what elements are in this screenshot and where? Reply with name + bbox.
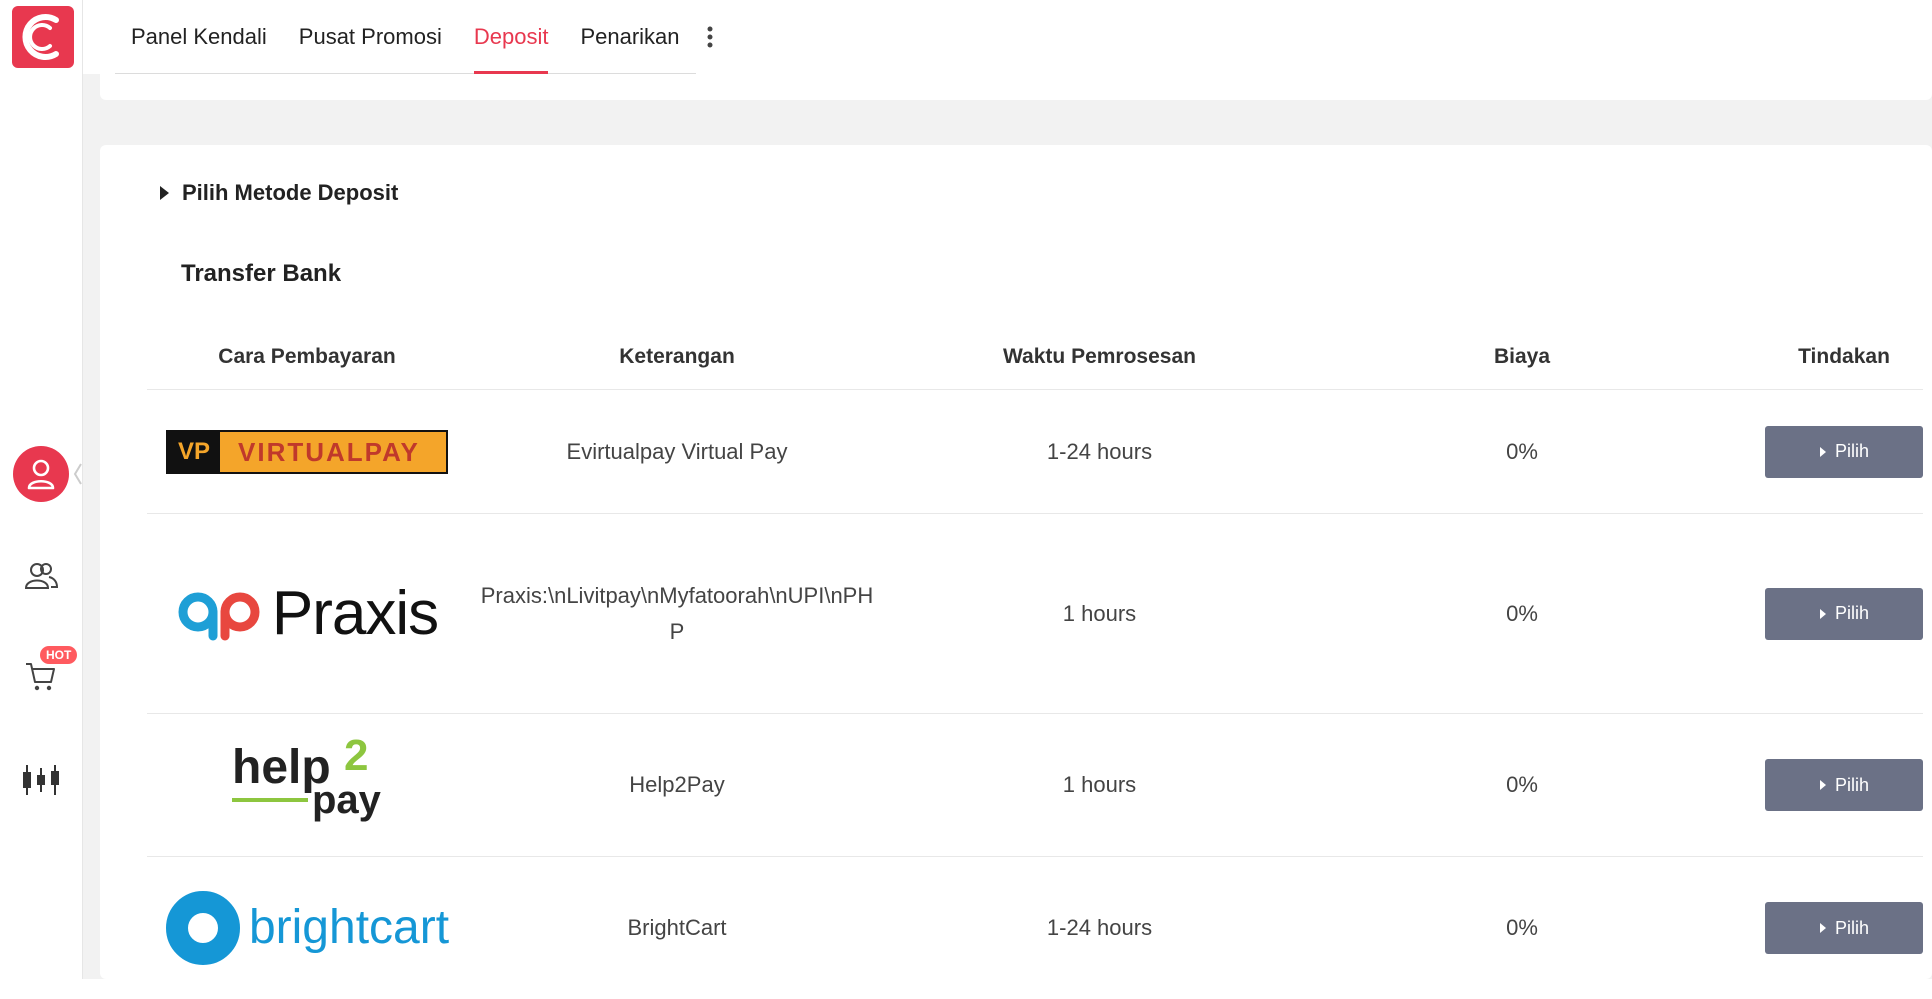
caret-right-icon (1819, 608, 1826, 619)
payment-method-table: Cara Pembayaran Keterangan Waktu Pemrose… (147, 325, 1923, 999)
group-title: Transfer Bank (181, 260, 342, 287)
table-row: Praxis Praxis:\nLivitpay\nMyfatoorah\nUP… (147, 514, 1923, 714)
brand-logo[interactable] (12, 6, 74, 68)
fee: 0% (1506, 438, 1538, 464)
pilih-button[interactable]: Pilih (1765, 587, 1923, 640)
table-row: VP VIRTUALPAY Evirtualpay Virtual Pay 1-… (147, 390, 1923, 514)
column-header: Tindakan (1798, 345, 1890, 368)
users-icon (24, 563, 59, 589)
tab-penarikan[interactable]: Penarikan (564, 0, 696, 74)
processing-time: 1 hours (1062, 600, 1137, 626)
caret-right-icon (1819, 446, 1826, 457)
help2pay-logo: help 2 pay (232, 731, 381, 822)
sidebar-item-trading[interactable] (0, 760, 82, 800)
caret-right-icon (1819, 923, 1826, 933)
description: Praxis:\nLivitpay\nMyfatoorah\nUPI\nPHP (480, 582, 874, 644)
description: Help2Pay (629, 772, 725, 797)
table-row: brightcart BrightCart 1-24 hours 0% Pili… (147, 857, 1923, 999)
fee: 0% (1506, 600, 1538, 626)
deposit-card: Pilih Metode Deposit Transfer Bank Cara … (100, 145, 1932, 979)
praxis-logo: Praxis (176, 582, 439, 645)
top-panel-edge (100, 74, 1932, 100)
column-header: Keterangan (619, 345, 735, 368)
user-icon (13, 446, 69, 502)
tab-bar: Panel Kendali Pusat Promosi Deposit Pena… (115, 0, 724, 74)
column-header: Waktu Pemrosesan (1003, 345, 1196, 368)
column-header: Cara Pembayaran (218, 345, 396, 368)
tab-panel-kendali[interactable]: Panel Kendali (115, 0, 283, 74)
tab-pusat-promosi[interactable]: Pusat Promosi (282, 0, 458, 74)
processing-time: 1-24 hours (1046, 915, 1153, 940)
sidebar-item-users[interactable] (0, 556, 82, 596)
candlestick-icon (23, 765, 59, 795)
top-navigation: Panel Kendali Pusat Promosi Deposit Pena… (83, 0, 1932, 74)
description: BrightCart (627, 915, 727, 940)
column-header: Biaya (1493, 345, 1551, 368)
table-row: help 2 pay Help2Pay 1 hours 0% Pilih (147, 714, 1923, 857)
brightcart-logo: brightcart (165, 890, 449, 966)
praxis-mark-icon (178, 592, 260, 640)
caret-right-icon (160, 186, 169, 200)
section-title: Pilih Metode Deposit (182, 180, 399, 205)
chevron-left-icon[interactable] (73, 462, 83, 486)
pilih-button[interactable]: Pilih (1765, 902, 1923, 954)
fee: 0% (1506, 915, 1538, 940)
brightcart-mark-icon (165, 891, 240, 965)
deposit-method-toggle[interactable]: Pilih Metode Deposit (158, 180, 398, 206)
virtualpay-logo: VP VIRTUALPAY (166, 429, 448, 474)
more-vertical-icon[interactable] (696, 0, 724, 74)
sidebar-item-account[interactable] (0, 446, 82, 502)
processing-time: 1-24 hours (1046, 438, 1153, 464)
pilih-button[interactable]: Pilih (1765, 425, 1923, 478)
description: Evirtualpay Virtual Pay (566, 438, 788, 464)
caret-right-icon (1819, 780, 1826, 790)
processing-time: 1 hours (1062, 772, 1137, 797)
fee: 0% (1506, 772, 1538, 797)
hot-badge: HOT (40, 646, 78, 664)
pilih-button[interactable]: Pilih (1765, 759, 1923, 811)
tab-deposit[interactable]: Deposit (457, 0, 565, 74)
table-header: Cara Pembayaran Keterangan Waktu Pemrose… (147, 325, 1923, 390)
left-sidebar: HOT (0, 0, 83, 979)
